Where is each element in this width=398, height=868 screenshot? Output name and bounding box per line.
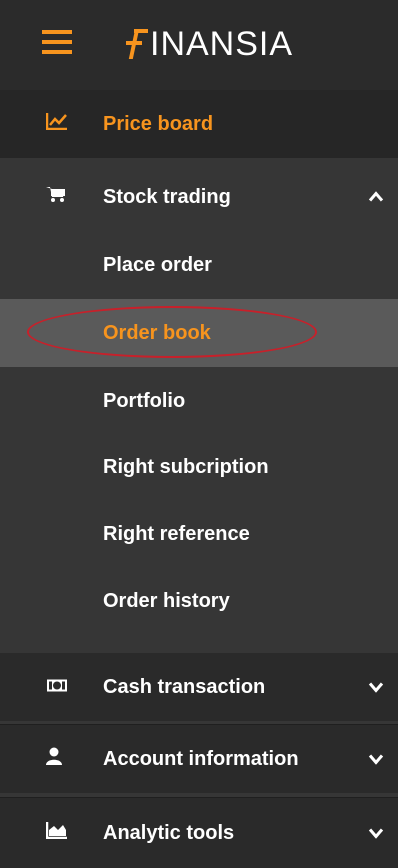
menu-item-stock-trading[interactable]: Stock trading (0, 163, 398, 231)
menu-item-analytic-tools[interactable]: Analytic tools (0, 798, 398, 868)
submenu-item-portfolio[interactable]: Portfolio (0, 367, 398, 435)
menu-item-cash-transaction[interactable]: Cash transaction (0, 653, 398, 721)
submenu-label: Portfolio (103, 389, 186, 412)
submenu-label: Right subcription (103, 455, 269, 478)
app-header: INANSIA (0, 0, 398, 90)
hamburger-menu-icon[interactable] (42, 30, 72, 54)
logo-text: INANSIA (150, 24, 294, 63)
cart-icon (46, 185, 66, 209)
submenu-label: Right reference (103, 522, 250, 545)
submenu-item-right-subcription[interactable]: Right subcription (0, 433, 398, 501)
menu-item-label: Stock trading (103, 185, 231, 208)
submenu-label: Order book (103, 321, 211, 344)
chevron-down-icon[interactable] (368, 822, 384, 845)
chevron-down-icon[interactable] (368, 676, 384, 699)
logo-f-mark (126, 29, 148, 59)
menu-item-label: Account information (103, 747, 299, 770)
submenu-label: Place order (103, 253, 212, 276)
menu-item-price-board[interactable]: Price board (0, 90, 398, 158)
money-icon (46, 676, 68, 699)
brand-logo[interactable]: INANSIA (126, 22, 293, 66)
submenu-item-right-reference[interactable]: Right reference (0, 500, 398, 568)
menu-item-account-information[interactable]: Account information (0, 725, 398, 793)
submenu-item-place-order[interactable]: Place order (0, 231, 398, 299)
line-chart-icon (45, 112, 68, 136)
user-icon (46, 747, 62, 771)
submenu-label: Order history (103, 589, 230, 612)
area-chart-icon (45, 821, 68, 845)
chevron-down-icon[interactable] (368, 748, 384, 771)
menu-item-label: Cash transaction (103, 675, 266, 698)
menu-item-label: Analytic tools (103, 821, 235, 844)
menu-item-label: Price board (103, 112, 214, 135)
submenu-item-order-history[interactable]: Order history (0, 567, 398, 635)
submenu-item-order-book[interactable]: Order book (0, 299, 398, 367)
sidebar: INANSIA Price board Stock trading Place … (0, 0, 398, 868)
chevron-up-icon[interactable] (368, 186, 384, 209)
